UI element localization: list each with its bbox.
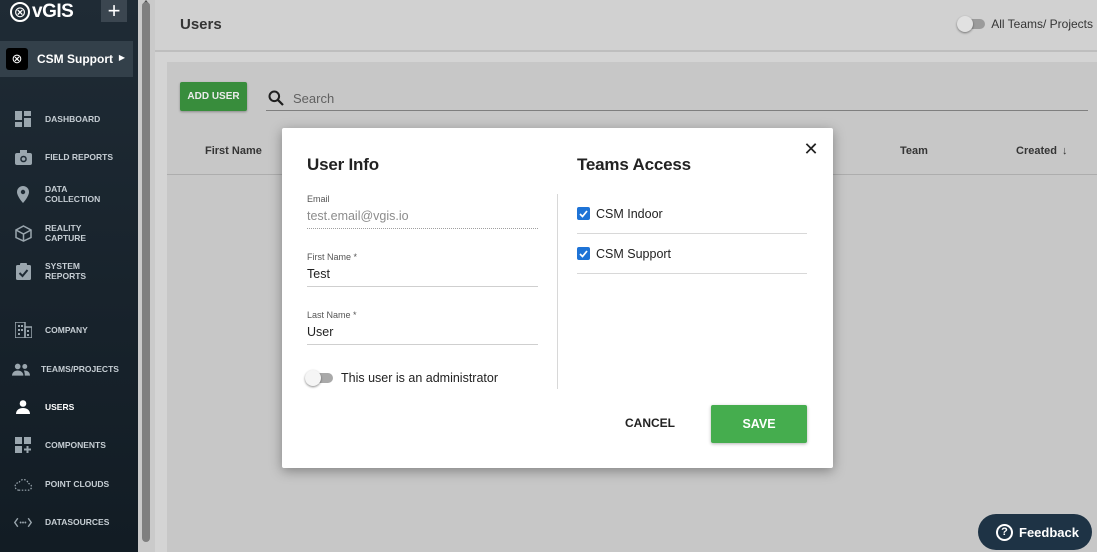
sidebar-item-users[interactable]: USERS (0, 397, 138, 417)
close-icon[interactable]: ✕ (803, 140, 819, 158)
email-field: Email test.email@vgis.io (307, 194, 538, 229)
admin-toggle-row[interactable]: This user is an administrator (305, 370, 499, 386)
team-name: CSM Support (37, 52, 113, 66)
vgis-logo[interactable]: ⊗ vGIS (10, 0, 74, 24)
column-divider (557, 194, 558, 389)
sidebar-item-label: COMPANY (45, 325, 88, 335)
last-name-label: Last Name * (307, 310, 357, 320)
feedback-label: Feedback (1019, 524, 1079, 540)
team-access-label: CSM Indoor (596, 206, 663, 221)
sidebar-item-label: DASHBOARD (45, 114, 101, 124)
sidebar-item-datasources[interactable]: DATASOURCES (0, 512, 138, 532)
sidebar-item-label: SYSTEM REPORTS (45, 261, 87, 281)
add-button[interactable]: + (101, 0, 127, 22)
sidebar-item-company[interactable]: COMPANY (0, 320, 138, 340)
team-selector[interactable]: ⊗ CSM Support ▶ (0, 41, 133, 77)
sidebar-item-label: POINT CLOUDS (45, 479, 110, 489)
teams-access-title: Teams Access (577, 155, 691, 174)
sidebar-item-point-clouds[interactable]: POINT CLOUDS (0, 474, 138, 494)
team-access-item[interactable]: CSM Indoor (577, 194, 807, 234)
logo-text: vGIS (32, 1, 74, 22)
team-access-item[interactable]: CSM Support (577, 234, 807, 274)
camera-icon (14, 148, 32, 166)
chevron-right-icon: ▶ (118, 53, 125, 62)
dashboard-icon (14, 110, 32, 128)
sidebar-item-label: DATASOURCES (45, 517, 110, 527)
sidebar-item-teams-projects[interactable]: TEAMS/PROJECTS (0, 359, 138, 379)
last-name-input[interactable]: User (307, 325, 538, 345)
last-name-field[interactable]: Last Name * User (307, 310, 538, 345)
sidebar: ⊗ vGIS + ⊗ CSM Support ▶ DASHBOARD FIELD… (0, 0, 138, 552)
team-access-label: CSM Support (596, 246, 672, 261)
sidebar-item-label: COMPONENTS (45, 440, 106, 450)
first-name-field[interactable]: First Name * Test (307, 252, 538, 287)
user-info-dialog: User Info Teams Access ✕ Email test.emai… (282, 128, 833, 468)
checkbox-checked-icon[interactable] (577, 207, 590, 220)
first-name-input[interactable]: Test (307, 267, 538, 287)
clipboard-check-icon (14, 262, 32, 280)
map-pin-icon (14, 185, 32, 203)
sidebar-item-reality-capture[interactable]: REALITY CAPTURE (0, 221, 138, 245)
sidebar-item-components[interactable]: COMPONENTS (0, 435, 138, 455)
admin-toggle-label: This user is an administrator (341, 371, 499, 385)
sidebar-item-system-reports[interactable]: SYSTEM REPORTS (0, 259, 138, 283)
first-name-label: First Name * (307, 252, 358, 262)
cancel-button[interactable]: CANCEL (614, 407, 686, 440)
sidebar-item-label: USERS (45, 402, 75, 412)
admin-toggle-switch[interactable] (305, 370, 333, 386)
email-input: test.email@vgis.io (307, 209, 538, 229)
sidebar-item-label: TEAMS/PROJECTS (41, 364, 119, 374)
email-label: Email (307, 194, 330, 204)
datasources-icon (14, 513, 32, 531)
save-button[interactable]: SAVE (711, 405, 807, 443)
building-icon (14, 321, 32, 339)
components-icon (14, 436, 32, 454)
sidebar-item-dashboard[interactable]: DASHBOARD (0, 109, 138, 129)
sidebar-item-label: DATA COLLECTION (45, 184, 101, 204)
cube-icon (14, 224, 32, 242)
sidebar-item-label: REALITY CAPTURE (45, 223, 87, 243)
team-icon: ⊗ (6, 48, 28, 70)
sidebar-item-field-reports[interactable]: FIELD REPORTS (0, 147, 138, 167)
checkbox-checked-icon[interactable] (577, 247, 590, 260)
people-icon (12, 360, 30, 378)
sidebar-item-data-collection[interactable]: DATA COLLECTION (0, 182, 138, 206)
user-info-title: User Info (307, 155, 379, 174)
feedback-button[interactable]: ? Feedback (978, 514, 1092, 550)
cloud-icon (14, 475, 32, 493)
vgis-logo-icon: ⊗ (10, 2, 30, 22)
question-icon: ? (996, 523, 1013, 541)
person-icon (14, 398, 32, 416)
sidebar-item-label: FIELD REPORTS (45, 152, 114, 162)
